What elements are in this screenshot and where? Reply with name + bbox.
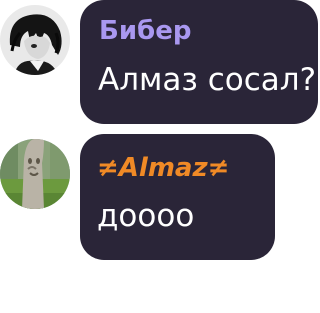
sender-avatar[interactable]: [0, 5, 70, 75]
sender-avatar[interactable]: [0, 139, 70, 209]
sender-name[interactable]: ≠Almaz≠: [97, 153, 229, 183]
sender-name[interactable]: Бибер: [99, 16, 191, 46]
chat-thread: Бибер Алмаз сосал? ≠Almaz≠ доооо: [0, 0, 320, 313]
message-text: Алмаз сосал?: [98, 62, 317, 98]
message-text: доооо: [97, 198, 195, 234]
message-bubble[interactable]: ≠Almaz≠ доооо: [80, 134, 275, 260]
anime-avatar-icon: [0, 5, 70, 75]
message-bubble[interactable]: Бибер Алмаз сосал?: [80, 0, 318, 124]
tree-avatar-icon: [0, 139, 70, 209]
